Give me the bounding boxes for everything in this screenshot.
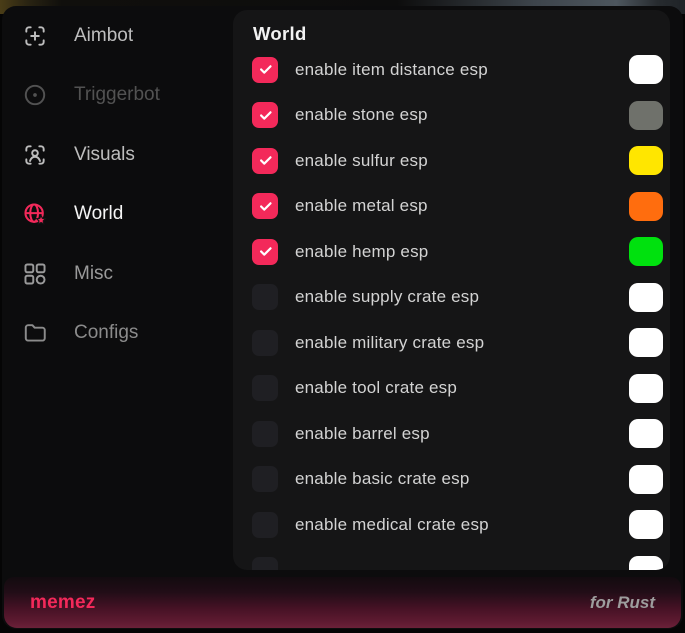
misc-apps-icon [22,261,48,287]
esp-color-swatch[interactable] [629,283,663,312]
sidebar-item-aimbot[interactable]: Aimbot [2,6,232,66]
esp-row-metal: enable metal esp [252,184,663,230]
panel-title: World [253,23,307,45]
esp-color-swatch[interactable] [629,419,663,448]
visuals-person-scan-icon [22,142,48,168]
esp-label: enable metal esp [295,196,428,216]
esp-label: enable supply crate esp [295,287,479,307]
sidebar-item-label: World [74,203,123,225]
esp-row-military-crate: enable military crate esp [252,320,663,366]
footer-tagline: for Rust [590,593,655,613]
world-globe-icon [22,201,48,227]
sidebar-item-label: Aimbot [74,25,133,47]
esp-checkbox[interactable] [252,330,278,356]
sidebar-item-label: Visuals [74,144,135,166]
sidebar-item-configs[interactable]: Configs [2,304,232,364]
esp-row-supply-crate: enable supply crate esp [252,275,663,321]
esp-color-swatch[interactable] [629,101,663,130]
esp-row-basic-crate: enable basic crate esp [252,457,663,503]
esp-color-swatch[interactable] [629,465,663,494]
esp-row-hemp: enable hemp esp [252,229,663,275]
cheat-menu-window: Aimbot Triggerbot Visuals [2,6,683,629]
esp-row-tool-crate: enable tool crate esp [252,366,663,412]
esp-row-sulfur: enable sulfur esp [252,138,663,184]
esp-row-barrel: enable barrel esp [252,411,663,457]
esp-color-swatch[interactable] [629,510,663,539]
esp-color-swatch[interactable] [629,237,663,266]
sidebar-item-label: Configs [74,322,138,344]
triggerbot-dot-icon [22,82,48,108]
esp-label: enable military crate esp [295,333,484,353]
esp-label: enable hemp esp [295,242,428,262]
esp-color-swatch[interactable] [629,146,663,175]
esp-checkbox[interactable] [252,557,278,570]
esp-row-stone: enable stone esp [252,93,663,139]
world-settings-panel: World enable item distance esp enable st… [233,10,670,570]
sidebar-item-label: Misc [74,263,113,285]
footer-bar: memez for Rust [4,577,681,628]
esp-checkbox[interactable] [252,148,278,174]
esp-row-clipped [252,548,663,571]
esp-label: enable barrel esp [295,424,430,444]
esp-label: enable tool crate esp [295,378,457,398]
sidebar-item-triggerbot[interactable]: Triggerbot [2,66,232,126]
esp-checkbox[interactable] [252,102,278,128]
esp-color-swatch[interactable] [629,192,663,221]
esp-label: enable item distance esp [295,60,488,80]
sidebar-item-world[interactable]: World [2,185,232,245]
sidebar: Aimbot Triggerbot Visuals [2,6,232,363]
esp-label: enable sulfur esp [295,151,428,171]
sidebar-item-misc[interactable]: Misc [2,244,232,304]
esp-row-item-distance: enable item distance esp [252,47,663,93]
sidebar-item-visuals[interactable]: Visuals [2,125,232,185]
esp-label: enable medical crate esp [295,515,489,535]
esp-checkbox[interactable] [252,512,278,538]
esp-checkbox[interactable] [252,57,278,83]
sidebar-item-label: Triggerbot [74,84,160,106]
esp-color-swatch[interactable] [629,556,663,570]
brand-name: memez [30,592,95,614]
aimbot-target-icon [22,23,48,49]
esp-checkbox[interactable] [252,284,278,310]
esp-options-list: enable item distance esp enable stone es… [252,47,663,570]
esp-color-swatch[interactable] [629,328,663,357]
esp-checkbox[interactable] [252,239,278,265]
esp-color-swatch[interactable] [629,55,663,84]
esp-checkbox[interactable] [252,466,278,492]
esp-checkbox[interactable] [252,375,278,401]
esp-checkbox[interactable] [252,421,278,447]
esp-color-swatch[interactable] [629,374,663,403]
esp-row-medical-crate: enable medical crate esp [252,502,663,548]
configs-folder-icon [22,320,48,346]
esp-checkbox[interactable] [252,193,278,219]
esp-label: enable stone esp [295,105,428,125]
esp-label: enable basic crate esp [295,469,470,489]
